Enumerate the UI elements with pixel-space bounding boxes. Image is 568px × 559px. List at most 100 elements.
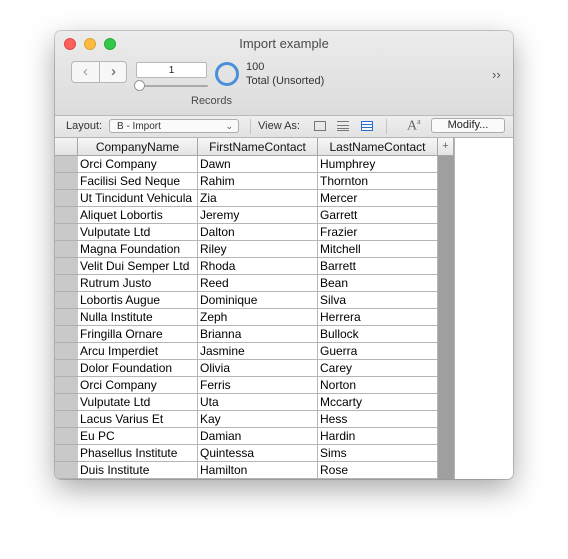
table-row[interactable]: Vulputate Ltd Uta Mccarty [55, 394, 454, 411]
row-header[interactable] [55, 173, 78, 190]
cell-companyname[interactable]: Fringilla Ornare [78, 326, 198, 343]
cell-companyname[interactable]: Vulputate Ltd [78, 394, 198, 411]
cell-companyname[interactable]: Orci Company [78, 377, 198, 394]
cell-lastnamecontact[interactable]: Frazier [318, 224, 438, 241]
previous-record-button[interactable]: ‹ [72, 62, 100, 82]
cell-companyname[interactable]: Magna Foundation [78, 241, 198, 258]
table-row[interactable]: Dolor Foundation Olivia Carey [55, 360, 454, 377]
cell-firstnamecontact[interactable]: Quintessa [198, 445, 318, 462]
row-header[interactable] [55, 190, 78, 207]
cell-companyname[interactable]: Dolor Foundation [78, 360, 198, 377]
layout-select[interactable]: B - Import ⌄ [109, 119, 239, 133]
table-row[interactable]: Lobortis Augue Dominique Silva [55, 292, 454, 309]
column-header-companyname[interactable]: CompanyName [78, 138, 198, 156]
record-slider-thumb[interactable] [134, 80, 145, 91]
table-row[interactable]: Ut Tincidunt Vehicula Zia Mercer [55, 190, 454, 207]
cell-firstnamecontact[interactable]: Zeph [198, 309, 318, 326]
cell-firstnamecontact[interactable]: Brianna [198, 326, 318, 343]
row-header[interactable] [55, 445, 78, 462]
cell-lastnamecontact[interactable]: Mccarty [318, 394, 438, 411]
cell-firstnamecontact[interactable]: Rhoda [198, 258, 318, 275]
row-header[interactable] [55, 258, 78, 275]
row-header[interactable] [55, 241, 78, 258]
cell-lastnamecontact[interactable]: Humphrey [318, 156, 438, 173]
row-header[interactable] [55, 394, 78, 411]
current-record-input[interactable]: 1 [136, 62, 207, 78]
cell-lastnamecontact[interactable]: Hardin [318, 428, 438, 445]
cell-lastnamecontact[interactable]: Herrera [318, 309, 438, 326]
table-row[interactable]: Nulla Institute Zeph Herrera [55, 309, 454, 326]
found-set-pie-icon[interactable] [215, 62, 239, 86]
table-row[interactable]: Fringilla Ornare Brianna Bullock [55, 326, 454, 343]
next-record-button[interactable]: › [100, 62, 127, 82]
cell-companyname[interactable]: Duis Institute [78, 462, 198, 479]
table-row[interactable]: Magna Foundation Riley Mitchell [55, 241, 454, 258]
table-row[interactable]: Eu PC Damian Hardin [55, 428, 454, 445]
row-header[interactable] [55, 411, 78, 428]
cell-firstnamecontact[interactable]: Reed [198, 275, 318, 292]
table-row[interactable]: Facilisi Sed Neque Rahim Thornton [55, 173, 454, 190]
table-row[interactable]: Vulputate Ltd Dalton Frazier [55, 224, 454, 241]
cell-companyname[interactable]: Velit Dui Semper Ltd [78, 258, 198, 275]
cell-firstnamecontact[interactable]: Riley [198, 241, 318, 258]
cell-companyname[interactable]: Ut Tincidunt Vehicula [78, 190, 198, 207]
cell-firstnamecontact[interactable]: Dawn [198, 156, 318, 173]
cell-firstnamecontact[interactable]: Dominique [198, 292, 318, 309]
cell-lastnamecontact[interactable]: Garrett [318, 207, 438, 224]
cell-firstnamecontact[interactable]: Jeremy [198, 207, 318, 224]
cell-companyname[interactable]: Vulputate Ltd [78, 224, 198, 241]
cell-companyname[interactable]: Orci Company [78, 156, 198, 173]
cell-firstnamecontact[interactable]: Olivia [198, 360, 318, 377]
cell-lastnamecontact[interactable]: Bean [318, 275, 438, 292]
cell-firstnamecontact[interactable]: Zia [198, 190, 318, 207]
row-header[interactable] [55, 326, 78, 343]
cell-lastnamecontact[interactable]: Mitchell [318, 241, 438, 258]
column-header-firstnamecontact[interactable]: FirstNameContact [198, 138, 318, 156]
table-row[interactable]: Orci Company Dawn Humphrey [55, 156, 454, 173]
record-slider-track[interactable] [138, 85, 208, 87]
row-header[interactable] [55, 428, 78, 445]
cell-firstnamecontact[interactable]: Jasmine [198, 343, 318, 360]
row-header[interactable] [55, 224, 78, 241]
row-header[interactable] [55, 156, 78, 173]
cell-firstnamecontact[interactable]: Hamilton [198, 462, 318, 479]
table-row[interactable]: Phasellus Institute Quintessa Sims [55, 445, 454, 462]
table-view-icon[interactable] [361, 121, 373, 131]
cell-lastnamecontact[interactable]: Norton [318, 377, 438, 394]
text-format-icon[interactable]: Aa [407, 117, 421, 135]
table-row[interactable]: Arcu Imperdiet Jasmine Guerra [55, 343, 454, 360]
cell-lastnamecontact[interactable]: Mercer [318, 190, 438, 207]
cell-companyname[interactable]: Lobortis Augue [78, 292, 198, 309]
row-header[interactable] [55, 377, 78, 394]
table-row[interactable]: Lacus Varius Et Kay Hess [55, 411, 454, 428]
cell-companyname[interactable]: Phasellus Institute [78, 445, 198, 462]
cell-lastnamecontact[interactable]: Hess [318, 411, 438, 428]
row-header[interactable] [55, 462, 78, 479]
cell-lastnamecontact[interactable]: Carey [318, 360, 438, 377]
row-header[interactable] [55, 292, 78, 309]
table-row[interactable]: Aliquet Lobortis Jeremy Garrett [55, 207, 454, 224]
row-header[interactable] [55, 343, 78, 360]
cell-firstnamecontact[interactable]: Ferris [198, 377, 318, 394]
cell-firstnamecontact[interactable]: Uta [198, 394, 318, 411]
cell-companyname[interactable]: Arcu Imperdiet [78, 343, 198, 360]
cell-lastnamecontact[interactable]: Thornton [318, 173, 438, 190]
table-row[interactable]: Rutrum Justo Reed Bean [55, 275, 454, 292]
cell-firstnamecontact[interactable]: Dalton [198, 224, 318, 241]
cell-firstnamecontact[interactable]: Damian [198, 428, 318, 445]
column-header-lastnamecontact[interactable]: LastNameContact [318, 138, 438, 156]
table-row[interactable]: Orci Company Ferris Norton [55, 377, 454, 394]
cell-lastnamecontact[interactable]: Barrett [318, 258, 438, 275]
table-row[interactable]: Duis Institute Hamilton Rose [55, 462, 454, 479]
cell-lastnamecontact[interactable]: Bullock [318, 326, 438, 343]
cell-companyname[interactable]: Facilisi Sed Neque [78, 173, 198, 190]
row-header[interactable] [55, 207, 78, 224]
row-header[interactable] [55, 275, 78, 292]
list-view-icon[interactable] [337, 121, 349, 131]
cell-companyname[interactable]: Rutrum Justo [78, 275, 198, 292]
table-row[interactable]: Velit Dui Semper Ltd Rhoda Barrett [55, 258, 454, 275]
row-header[interactable] [55, 309, 78, 326]
cell-lastnamecontact[interactable]: Guerra [318, 343, 438, 360]
row-header[interactable] [55, 360, 78, 377]
cell-firstnamecontact[interactable]: Kay [198, 411, 318, 428]
